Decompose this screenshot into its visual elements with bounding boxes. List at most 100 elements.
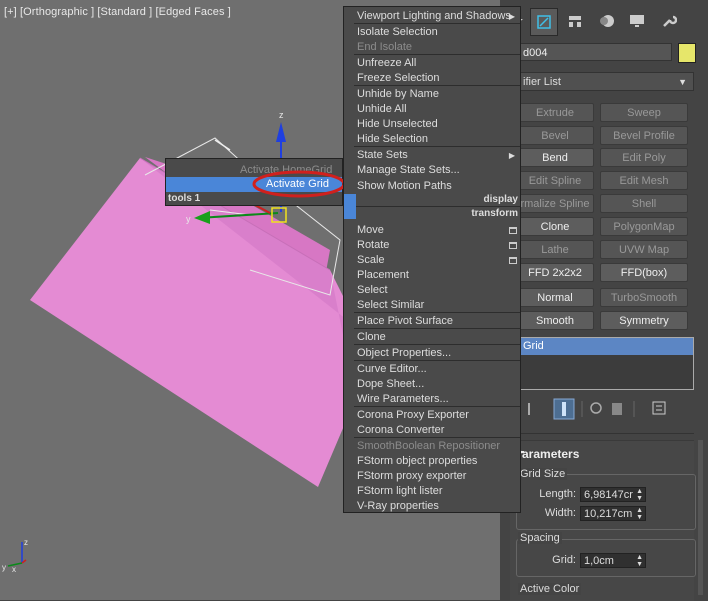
menu-item[interactable]: Scale bbox=[357, 253, 385, 268]
menu-item[interactable]: Hide Selection bbox=[357, 132, 428, 147]
spinner-arrows-icon[interactable]: ▲ ▼ bbox=[636, 554, 643, 568]
menu-item[interactable]: Unfreeze All bbox=[357, 56, 416, 71]
grid-spacing-value: 1,0cm bbox=[584, 555, 614, 567]
tab-utilities[interactable] bbox=[656, 8, 682, 34]
modifier-button[interactable]: Edit Spline bbox=[516, 171, 594, 190]
modifier-button[interactable]: Extrude bbox=[516, 103, 594, 122]
menu-item[interactable]: Corona Proxy Exporter bbox=[357, 408, 469, 423]
motion-icon bbox=[600, 15, 614, 27]
menu-item[interactable]: Viewport Lighting and Shadows bbox=[357, 9, 511, 24]
modifier-list-label: ifier List bbox=[523, 76, 561, 88]
menu-separator bbox=[354, 437, 520, 438]
modifier-button[interactable]: Bevel bbox=[516, 126, 594, 145]
menu-item[interactable]: Hide Unselected bbox=[357, 117, 438, 132]
menu-separator bbox=[354, 344, 520, 345]
modifier-button[interactable]: Bevel Profile bbox=[600, 126, 688, 145]
menu-item[interactable]: Rotate bbox=[357, 238, 389, 253]
modifier-button[interactable]: Edit Mesh bbox=[600, 171, 688, 190]
modifier-button[interactable]: rmalize Spline bbox=[516, 194, 594, 213]
menu-separator bbox=[354, 85, 520, 86]
pink-box-face bbox=[30, 158, 360, 487]
object-color-swatch[interactable] bbox=[678, 43, 696, 63]
menu-item[interactable]: Corona Converter bbox=[357, 423, 444, 438]
settings-box-icon[interactable] bbox=[509, 242, 517, 249]
settings-box-icon[interactable] bbox=[509, 227, 517, 234]
menu-item[interactable]: Isolate Selection bbox=[357, 25, 438, 40]
spinner-arrows-icon[interactable]: ▲ ▼ bbox=[636, 507, 643, 521]
highlight-ring bbox=[252, 170, 346, 198]
spacing-label: Spacing bbox=[518, 532, 562, 544]
modifier-button[interactable]: FFD 2x2x2 bbox=[516, 263, 594, 282]
menu-separator bbox=[354, 312, 520, 313]
menu-separator bbox=[354, 54, 520, 55]
grid-spacing-spinner[interactable]: 1,0cm ▲ ▼ bbox=[580, 553, 646, 568]
menu-item[interactable]: Select bbox=[357, 283, 388, 298]
menu-item[interactable]: State Sets bbox=[357, 148, 408, 163]
spinner-arrows-icon[interactable]: ▲ ▼ bbox=[636, 488, 643, 502]
menu-item[interactable]: Unhide All bbox=[357, 102, 407, 117]
menu-item[interactable]: Place Pivot Surface bbox=[357, 314, 453, 329]
active-color-label: Active Color bbox=[518, 583, 582, 595]
modifier-button[interactable]: UVW Map bbox=[600, 240, 688, 259]
modifier-stack[interactable]: Grid bbox=[516, 337, 694, 390]
menu-item[interactable]: Freeze Selection bbox=[357, 71, 440, 86]
rollout-collapse-bar[interactable] bbox=[516, 433, 694, 440]
quad-section-transform: transform bbox=[471, 208, 518, 219]
settings-box-icon[interactable] bbox=[509, 257, 517, 264]
menu-item[interactable]: Object Properties... bbox=[357, 346, 451, 361]
modifier-button[interactable]: Clone bbox=[516, 217, 594, 236]
menu-item[interactable]: Curve Editor... bbox=[357, 362, 427, 377]
modifier-button[interactable]: FFD(box) bbox=[600, 263, 688, 282]
modifier-button[interactable]: TurboSmooth bbox=[600, 288, 688, 307]
menu-item[interactable]: Move bbox=[357, 223, 384, 238]
menu-item[interactable]: Dope Sheet... bbox=[357, 377, 424, 392]
modifier-button[interactable]: Shell bbox=[600, 194, 688, 213]
panel-scrollbar[interactable] bbox=[698, 440, 703, 595]
tab-hierarchy[interactable] bbox=[562, 8, 588, 34]
modifier-button[interactable]: Normal bbox=[516, 288, 594, 307]
menu-item[interactable]: FStorm proxy exporter bbox=[357, 469, 466, 484]
menu-item[interactable]: Clone bbox=[357, 330, 386, 345]
gizmo-z-arrow bbox=[276, 122, 286, 142]
menu-item[interactable]: V-Ray properties bbox=[357, 499, 439, 514]
menu-separator bbox=[354, 406, 520, 407]
rollout-title[interactable]: Parameters bbox=[514, 447, 579, 461]
menu-item[interactable]: End Isolate bbox=[357, 40, 412, 55]
wrench-icon bbox=[663, 15, 677, 27]
menu-item[interactable]: Placement bbox=[357, 268, 409, 283]
modify-icon bbox=[537, 15, 551, 29]
width-label: Width: bbox=[544, 507, 576, 519]
tab-modify[interactable] bbox=[530, 8, 558, 36]
menu-item[interactable]: FStorm light lister bbox=[357, 484, 443, 499]
stack-item-grid[interactable]: Grid bbox=[517, 338, 693, 355]
quad-section-tools: tools 1 bbox=[168, 193, 201, 204]
width-value: 10,217cm bbox=[584, 508, 633, 520]
width-spinner[interactable]: 10,217cm ▲ ▼ bbox=[580, 506, 646, 521]
modifier-list-dropdown[interactable]: ifier List ▼ bbox=[516, 72, 694, 91]
menu-item[interactable]: FStorm object properties bbox=[357, 454, 477, 469]
modifier-button[interactable]: Symmetry bbox=[600, 311, 688, 330]
menu-item[interactable]: Select Similar bbox=[357, 298, 424, 313]
length-spinner[interactable]: 6,98147cr ▲ ▼ bbox=[580, 487, 646, 502]
modifier-button[interactable]: Lathe bbox=[516, 240, 594, 259]
object-name-field[interactable]: d004 bbox=[516, 43, 672, 61]
modifier-button[interactable]: Edit Poly bbox=[600, 148, 688, 167]
submenu-arrow-icon: ▶ bbox=[508, 151, 515, 160]
modifier-button[interactable]: Smooth bbox=[516, 311, 594, 330]
menu-item[interactable]: SmoothBoolean Repositioner bbox=[357, 439, 500, 454]
quad-section-display: display bbox=[483, 194, 518, 205]
modifier-button[interactable]: PolygonMap bbox=[600, 217, 688, 236]
tab-display[interactable] bbox=[624, 8, 650, 34]
chevron-down-icon: ▼ bbox=[678, 77, 687, 87]
length-label: Length: bbox=[539, 488, 576, 500]
menu-item[interactable]: Manage State Sets... bbox=[357, 163, 460, 178]
menu-item[interactable]: Wire Parameters... bbox=[357, 392, 449, 407]
length-value: 6,98147cr bbox=[584, 489, 633, 501]
menu-item[interactable]: Unhide by Name bbox=[357, 87, 439, 102]
quad-highlight-strip bbox=[344, 194, 356, 219]
tab-motion[interactable] bbox=[594, 8, 620, 34]
viewport-label[interactable]: [+] [Orthographic ] [Standard ] [Edged F… bbox=[4, 6, 231, 18]
modifier-button[interactable]: Sweep bbox=[600, 103, 688, 122]
modifier-button[interactable]: Bend bbox=[516, 148, 594, 167]
menu-item[interactable]: Show Motion Paths bbox=[357, 179, 452, 194]
